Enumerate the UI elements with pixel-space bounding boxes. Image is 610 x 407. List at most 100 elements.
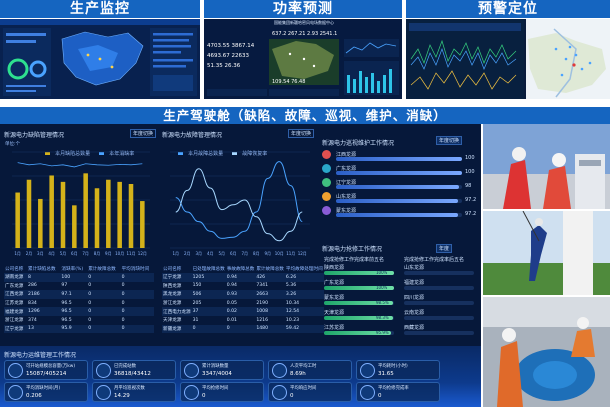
table-row[interactable]: 福建龙源 1296 96.5 0 0 <box>4 307 154 316</box>
table-cell: 黑龙龙源 <box>162 290 192 299</box>
table-cell: 0 <box>121 300 125 306</box>
kpi-card[interactable]: 平均消缺时间(月) 0.206 <box>4 382 88 402</box>
header-warning-location[interactable]: 预警定位 <box>406 0 610 18</box>
table-cell: 96.5 <box>61 300 72 306</box>
fault-x-tick: 9月 <box>264 251 271 256</box>
defect-bar <box>15 192 20 248</box>
kpi-value: 8.69h <box>290 371 306 377</box>
kpi-label: 累计消缺数量 <box>202 364 229 369</box>
kpi-card[interactable]: 已完成站数 36818/43412 <box>92 360 176 380</box>
kpi-icon <box>360 363 375 378</box>
table-row[interactable]: 江西电力龙源 37 0.02 1008 12.54 <box>162 307 324 316</box>
table-cell: 1008 <box>255 307 285 316</box>
repair-year-button[interactable]: 年度 <box>436 244 453 253</box>
repair-item-label: 广东龙源 <box>324 280 345 286</box>
repair-item-label: 蒙东龙源 <box>324 295 345 301</box>
inspection-progress-fill <box>336 171 462 175</box>
kpi-icon <box>360 385 375 400</box>
kpi-card[interactable]: 月平均巡视次数 14.29 <box>92 382 176 402</box>
kpi-value: 0.206 <box>26 393 42 399</box>
inspection-item-icon <box>322 206 331 215</box>
table-row[interactable]: 新疆龙源 0 0 1480 59.42 <box>162 324 324 334</box>
repair-item-label: 四川龙源 <box>404 295 425 301</box>
table-header-cell: 平均故障处理时间 <box>285 266 323 272</box>
table-row[interactable]: 天津龙源 31 0.01 1216 10.23 <box>162 316 324 325</box>
fault-x-tick: 11月 <box>286 251 295 256</box>
table-cell: 0 <box>120 273 154 282</box>
table-cell: 0.93 <box>225 290 256 299</box>
repair-progress-bar <box>404 331 474 335</box>
table-cell: 江西电力龙源 <box>162 307 192 316</box>
table-row[interactable]: 湖南龙源 8 100 0 0 <box>4 273 154 282</box>
table-row[interactable]: 辽宁龙源 1205 0.94 426 6.26 <box>162 273 324 282</box>
kpi-card[interactable]: 累计消缺数量 3347/4004 <box>180 360 264 380</box>
defect-x-tick: 11月 <box>126 251 135 256</box>
power-stat: 3867.14 <box>231 43 255 49</box>
kpi-card[interactable]: 可开站规模总容量(万kw) 15087/405214 <box>4 360 88 380</box>
power-stat: 4693.67 <box>207 53 230 59</box>
power-stat: 267.21 <box>287 31 306 37</box>
table-header-cell: 累计故障总数 <box>256 266 284 272</box>
kpi-label: 平均响应时间 <box>290 386 317 391</box>
power-stats-top: 637.2 267.21 2.93 2541.1 <box>272 31 342 37</box>
table-row[interactable]: 江苏龙源 834 96.5 0 0 <box>4 299 154 308</box>
generator-photo-graphic <box>483 297 610 407</box>
table-row[interactable]: 辽宁龙源 13 95.9 0 0 <box>4 324 154 334</box>
table-cell: 0 <box>191 324 226 334</box>
table-row[interactable]: 浙江龙源 205 0.05 2190 10.34 <box>162 299 324 308</box>
repair-item-label: 福建龙源 <box>404 280 425 286</box>
fault-series-line <box>175 168 303 242</box>
defect-bar-chart: 1月 2月 3月 4月 5月 6月 7月 8月 9月 10月 11月 12月 <box>12 151 150 256</box>
table-cell: 江苏龙源 <box>5 301 24 307</box>
inspection-year-button[interactable]: 年度切换 <box>436 136 463 145</box>
table-header-cell: 公司名称 <box>5 266 24 272</box>
table-cell: 2663 <box>255 290 285 299</box>
table-row[interactable]: 陕西龙源 150 0.94 7341 5.36 <box>162 282 324 291</box>
power-stat: 22633 <box>231 53 250 59</box>
table-row[interactable]: 江西龙源 2186 97.1 0 0 <box>4 290 154 299</box>
table-cell: 0 <box>121 317 125 323</box>
warning-dashboard-graphic <box>406 19 610 99</box>
header-power-forecast[interactable]: 功率预测 <box>204 0 402 18</box>
table-cell: 福建龙源 <box>4 307 28 316</box>
kpi-card[interactable]: 人次平均工时 8.69h <box>268 360 352 380</box>
workers-photo-graphic <box>483 124 610 209</box>
fault-x-tick: 12月 <box>298 251 307 256</box>
table-cell: 浙江龙源 <box>163 301 182 307</box>
table-row[interactable]: 黑龙龙源 506 0.93 2663 3.26 <box>162 290 324 299</box>
kpi-card[interactable]: 平均响应时间 0 <box>268 382 352 402</box>
fault-year-button[interactable]: 年度切换 <box>288 129 315 138</box>
repair-item-label: 天津龙源 <box>324 310 345 316</box>
repair-left-header: 完成抢修工作完成率前五名 <box>324 257 385 263</box>
table-header-cell: 事故故障总数 <box>226 266 255 272</box>
defect-x-tick: 2月 <box>26 251 33 256</box>
photo-generator-maintenance <box>483 297 610 407</box>
header-production-monitor[interactable]: 生产监控 <box>0 0 200 18</box>
defect-year-button[interactable]: 年度切换 <box>130 129 157 138</box>
table-cell: 0 <box>87 307 121 316</box>
kpi-card[interactable]: 平均抢修时间 0 <box>180 382 264 402</box>
table-cell: 辽宁龙源 <box>162 273 192 282</box>
table-row[interactable]: 广东龙源 286 97 0 0 <box>4 282 154 291</box>
table-cell: 10.23 <box>285 317 300 323</box>
power-forecast-thumbnail[interactable]: 国能集团新疆哈密风电场数据中心 4703.55 3867.14 4693.67 … <box>204 19 402 99</box>
defect-bar <box>60 181 66 248</box>
table-row[interactable]: 浙江龙源 374 96.5 0 0 <box>4 316 154 325</box>
power-stat: 51.35 <box>207 63 223 69</box>
kpi-label: 月平均巡视次数 <box>114 386 145 391</box>
table-cell: 新疆龙源 <box>162 324 192 334</box>
kpi-card[interactable]: 平均耗时(小时) 31.65 <box>356 360 440 380</box>
kpi-card[interactable]: 平均抢修完成率 0 <box>356 382 440 402</box>
inspection-progress-fill <box>336 199 459 203</box>
table-cell: 834 <box>28 300 37 306</box>
kpi-value: 31.65 <box>378 371 394 377</box>
defect-bar <box>128 184 134 248</box>
cockpit-header[interactable]: 生产驾驶舱（缺陷、故障、巡视、维护、消缺） <box>0 107 610 124</box>
turbine-photo-graphic <box>483 211 610 295</box>
kpi-icon <box>8 363 23 378</box>
power-stat: 26.36 <box>224 63 241 69</box>
warning-thumbnail[interactable] <box>406 19 610 99</box>
kpi-value: 36818/43412 <box>114 371 151 377</box>
kpi-label: 平均耗时(小时) <box>378 364 408 369</box>
monitor-thumbnail[interactable] <box>0 19 200 99</box>
